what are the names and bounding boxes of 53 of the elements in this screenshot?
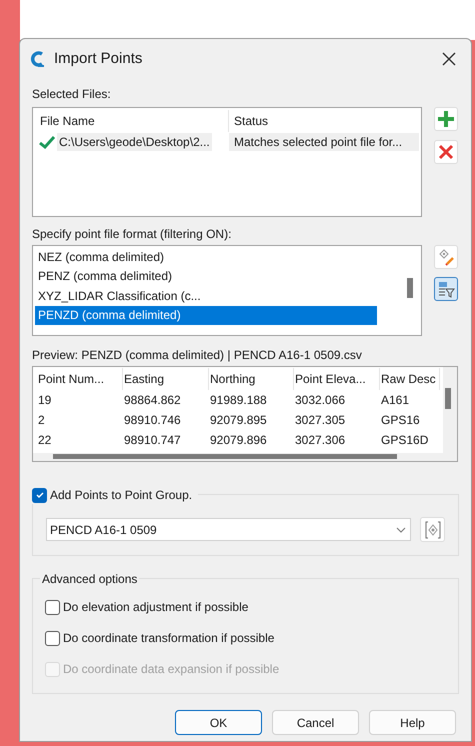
table-cell-text: 92079.895 bbox=[209, 412, 268, 429]
dialog-button[interactable]: Cancel bbox=[272, 710, 359, 735]
table-cell-text: 3027.305 bbox=[294, 412, 346, 429]
table-cell-text: 19 bbox=[37, 392, 52, 409]
filter-icon[interactable] bbox=[434, 277, 458, 301]
dialog-button[interactable]: Help bbox=[369, 710, 456, 735]
table-cell-text: A161 bbox=[380, 392, 410, 409]
list-item[interactable]: NEZ (comma delimited) bbox=[35, 247, 377, 266]
table-cell-text: 98910.747 bbox=[123, 432, 182, 449]
point-group-dropdown[interactable]: PENCD A16-1 0509 bbox=[46, 518, 411, 541]
column-header: Point Eleva... bbox=[294, 368, 380, 390]
column-header: Raw Desc bbox=[380, 368, 440, 390]
checkbox[interactable] bbox=[45, 600, 60, 614]
column-header: Northing bbox=[209, 368, 294, 390]
edit-format-icon[interactable] bbox=[434, 245, 458, 269]
checkbox[interactable] bbox=[45, 630, 60, 646]
table-cell-text: GPS16D bbox=[380, 432, 430, 449]
window-title: Import Points bbox=[54, 48, 142, 69]
list-item[interactable]: XYZ_LIDAR Classification (c... bbox=[35, 286, 377, 306]
table-cell: Matches selected point file for... bbox=[229, 133, 419, 151]
table-cell-text: 98910.746 bbox=[123, 412, 182, 429]
preview-label: Preview: PENZD (comma delimited) | PENCD A16-1 0509.csv bbox=[32, 347, 363, 362]
scrollbar-thumb[interactable] bbox=[445, 388, 451, 409]
table-cell-text: 2 bbox=[37, 412, 46, 429]
table-cell-text: 91989.188 bbox=[209, 392, 268, 409]
list-item[interactable]: PENZD (comma delimited) bbox=[35, 306, 377, 325]
checkbox-label: Do coordinate data expansion if possible bbox=[63, 661, 280, 678]
checkbox-label: Do elevation adjustment if possible bbox=[63, 599, 248, 616]
add-icon[interactable] bbox=[434, 107, 458, 131]
scrollbar-thumb[interactable] bbox=[407, 278, 413, 298]
remove-icon[interactable] bbox=[434, 140, 458, 164]
table-cell-text: GPS16 bbox=[380, 412, 421, 429]
table-cell-text: 3032.066 bbox=[294, 392, 346, 409]
column-header: Status bbox=[233, 113, 270, 130]
table-cell-text: 22 bbox=[37, 432, 52, 449]
checkbox-label: Do coordinate transformation if possible bbox=[63, 630, 274, 647]
scrollbar-thumb[interactable] bbox=[53, 454, 397, 459]
checkbox-label: Add Points to Point Group. bbox=[50, 487, 192, 504]
table-cell-text: 98864.862 bbox=[123, 392, 182, 409]
checkbox[interactable] bbox=[32, 488, 47, 502]
table-cell: C:\Users\geode\Desktop\2... bbox=[57, 133, 212, 151]
section-label: Selected Files: bbox=[32, 86, 112, 101]
column-header: File Name bbox=[35, 110, 229, 132]
checkmark-icon bbox=[34, 490, 44, 500]
dialog-button[interactable]: OK bbox=[175, 710, 262, 735]
table-cell-text: 3027.306 bbox=[294, 432, 346, 449]
table-cell-text: 92079.896 bbox=[209, 432, 268, 449]
column-header: Easting bbox=[123, 368, 209, 390]
app-logo-icon bbox=[30, 50, 46, 68]
column-header: Point Num... bbox=[37, 368, 123, 390]
list-item[interactable]: PENZ (comma delimited) bbox=[35, 266, 377, 286]
section-label: Specify point file format (filtering ON): bbox=[32, 226, 232, 241]
pick-point-icon[interactable] bbox=[420, 517, 445, 542]
